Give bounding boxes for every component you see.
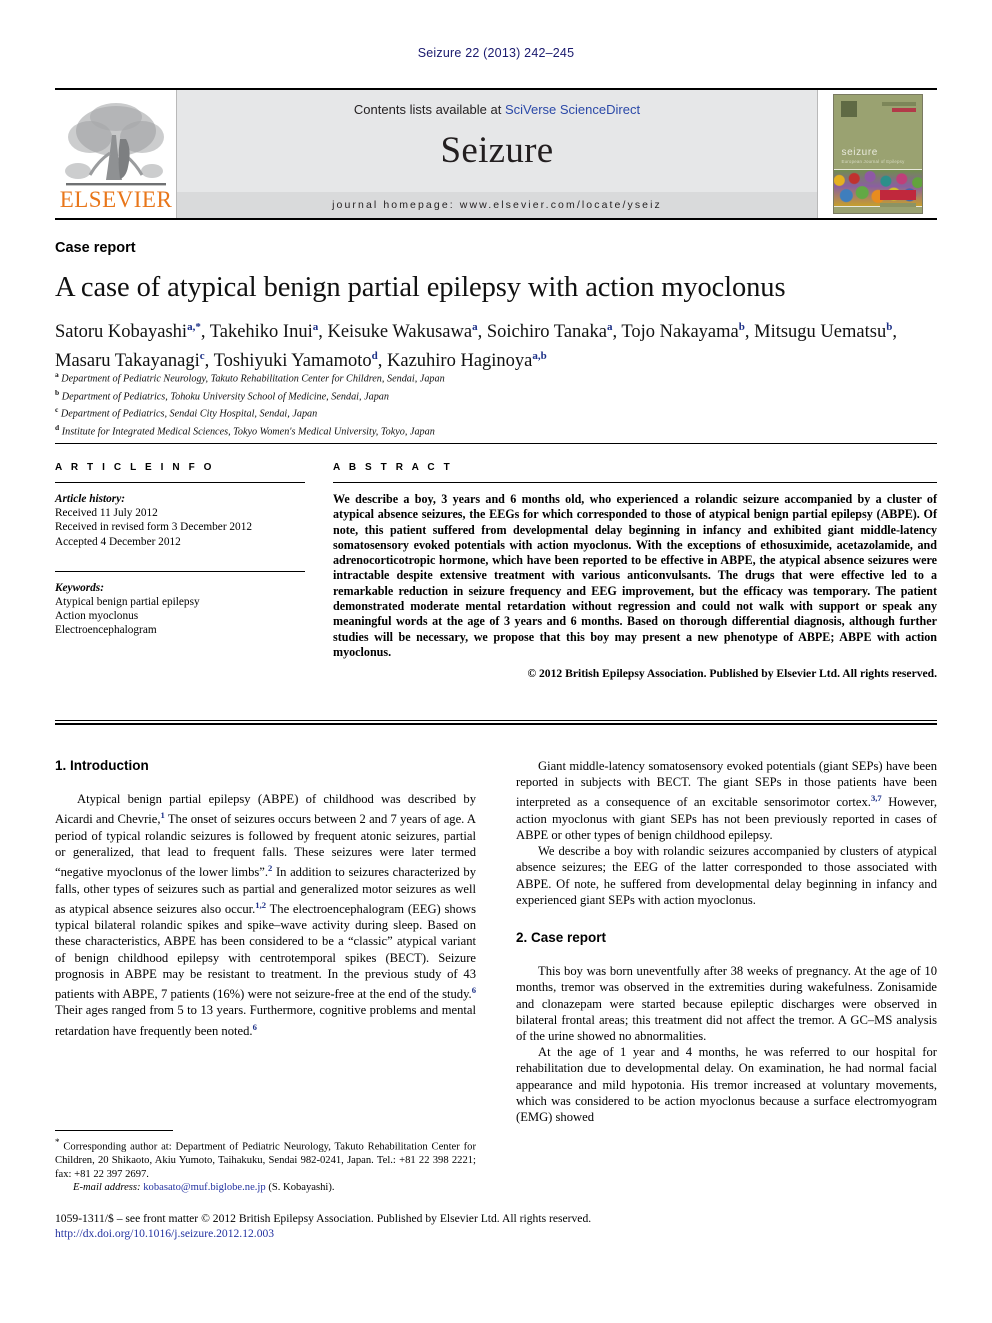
keyword-item: Atypical benign partial epilepsy (55, 596, 200, 609)
intro-text-d: The electroencephalogram (EEG) shows typ… (55, 901, 476, 1002)
article-history: Article history: Received 11 July 2012 R… (55, 492, 305, 549)
author-affiliation-mark: d (371, 350, 378, 363)
body-column-right: Giant middle-latency somatosensory evoke… (516, 758, 937, 1125)
keywords-rule (55, 570, 305, 572)
cover-art: seizure European Journal of Epilepsy (832, 94, 923, 214)
abstract-heading: A B S T R A C T (333, 462, 453, 473)
email-owner: (S. Kobayashi). (268, 1182, 335, 1194)
author-list: Satoru Kobayashia,*, Takehiko Inuia, Kei… (55, 321, 897, 372)
citation-ref[interactable]: 1,2 (255, 900, 266, 910)
affiliation-mark: a (55, 370, 59, 379)
author-affiliation-mark: a (312, 321, 319, 333)
email-note: E-mail address: kobasato@muf.biglobe.ne.… (55, 1181, 476, 1195)
history-item: Received 11 July 2012 (55, 507, 158, 520)
author-name: Soichiro Tanaka (486, 322, 607, 343)
cover-issn-line (891, 108, 916, 112)
author-name: Satoru Kobayashi (55, 322, 188, 343)
cover-artwork-band (833, 169, 922, 207)
paper-page: Seizure 22 (2013) 242–245 ELSEVIER Conte… (0, 0, 992, 1323)
affiliation-item: d Institute for Integrated Medical Scien… (55, 422, 435, 438)
citation-ref[interactable]: 6 (472, 985, 476, 995)
affiliation-mark: d (55, 422, 60, 432)
email-label: E-mail address: (73, 1182, 141, 1194)
keyword-item: Action myoclonus (55, 610, 139, 623)
intro-paragraph: Atypical benign partial epilepsy (ABPE) … (55, 791, 476, 1039)
corresponding-author-note: * Corresponding author at: Department of… (55, 1136, 476, 1181)
asterisk-icon: * (55, 1137, 60, 1147)
abstract-copyright: © 2012 British Epilepsy Association. Pub… (527, 667, 937, 681)
right-paragraph-1: Giant middle-latency somatosensory evoke… (516, 758, 937, 843)
article-type-kicker: Case report (55, 240, 136, 256)
article-info-rule (55, 482, 305, 483)
article-info-block: A R T I C L E I N F O Article history: R… (55, 462, 305, 638)
cover-subtitle: European Journal of Epilepsy (841, 159, 905, 164)
abstract-rule (333, 482, 937, 483)
author-affiliation-mark: a,b (532, 350, 547, 363)
right-paragraph-2: We describe a boy with rolandic seizures… (516, 844, 937, 907)
journal-title: Seizure (440, 130, 554, 171)
section-heading-introduction: 1. Introduction (55, 758, 149, 773)
keyword-list: Keywords: Atypical benign partial epilep… (55, 581, 305, 638)
right-paragraph-3: This boy was born uneventfully after 38 … (516, 964, 937, 1044)
author-affiliation-mark: a,* (187, 321, 201, 333)
author-affiliation-mark: b (886, 321, 893, 333)
contents-prefix: Contents lists available at (353, 102, 505, 117)
doi-link[interactable]: http://dx.doi.org/10.1016/j.seizure.2012… (55, 1226, 937, 1241)
affiliation-mark: b (55, 387, 60, 397)
abstract-bottom-rule-thick (55, 723, 937, 725)
affiliation-item: c Department of Pediatrics, Sendai City … (55, 405, 318, 420)
author-name: Keisuke Wakusawa (327, 322, 473, 343)
journal-homepage-bar[interactable]: journal homepage: www.elsevier.com/locat… (177, 192, 817, 218)
contents-available-line: Contents lists available at SciVerse Sci… (354, 102, 640, 117)
affiliation-list: a Department of Pediatric Neurology, Tak… (55, 368, 935, 438)
cover-badge-caption (879, 203, 916, 207)
author-affiliation-mark: c (199, 350, 205, 363)
author-name: Tojo Nakayama (621, 322, 739, 343)
info-section-top-rule (55, 443, 937, 444)
history-item: Accepted 4 December 2012 (55, 535, 181, 548)
author-name: Takehiko Inui (209, 322, 313, 343)
page-title: A case of atypical benign partial epilep… (55, 272, 786, 303)
footnote-rule (55, 1130, 173, 1131)
email-link[interactable]: kobasato@muf.biglobe.ne.jp (143, 1182, 265, 1193)
corresponding-author-text: Corresponding author at: Department of P… (55, 1141, 476, 1180)
cover-badge (879, 190, 916, 200)
abstract-text: We describe a boy, 3 years and 6 months … (333, 492, 937, 659)
keyword-item: Electroencephalogram (55, 624, 157, 637)
author-name: Mitsugu Uematsu (754, 322, 887, 343)
article-info-heading: A R T I C L E I N F O (55, 462, 215, 473)
citation-ref[interactable]: 6 (253, 1022, 257, 1032)
elsevier-tree-icon: ELSEVIER (60, 103, 172, 212)
author-affiliation-mark: a (606, 321, 613, 333)
history-item: Received in revised form 3 December 2012 (55, 521, 252, 534)
sciencedirect-link[interactable]: SciVerse ScienceDirect (505, 102, 640, 117)
keywords-label: Keywords: (55, 581, 104, 594)
abstract-block: A B S T R A C T We describe a boy, 3 yea… (333, 462, 937, 680)
citation-ref[interactable]: 3,7 (871, 793, 882, 803)
elsevier-logo: ELSEVIER (55, 90, 177, 218)
issn-copyright-line: 1059-1311/$ – see front matter © 2012 Br… (55, 1212, 592, 1225)
affiliation-mark: c (55, 405, 59, 415)
body-column-left: 1. Introduction Atypical benign partial … (55, 758, 476, 1039)
footnote-block: * Corresponding author at: Department of… (55, 1136, 476, 1195)
right-paragraph-4: At the age of 1 year and 4 months, he wa… (516, 1045, 937, 1125)
page-footer: 1059-1311/$ – see front matter © 2012 Br… (55, 1211, 937, 1241)
cover-title: seizure (841, 147, 878, 158)
svg-text:ELSEVIER: ELSEVIER (60, 187, 172, 212)
cover-issue-line (881, 102, 916, 106)
author-affiliation-mark: a (472, 321, 478, 333)
affiliation-item: b Department of Pediatrics, Tohoku Unive… (55, 387, 389, 402)
author-affiliation-mark: b (738, 321, 745, 333)
article-history-label: Article history: (55, 493, 125, 505)
intro-text-e: Their ages ranged from 5 to 13 years. Fu… (55, 1003, 476, 1038)
journal-banner: Contents lists available at SciVerse Sci… (177, 90, 817, 218)
affiliation-item: a Department of Pediatric Neurology, Tak… (55, 370, 445, 385)
cover-publisher-mark (840, 101, 857, 117)
section-heading-case-report: 2. Case report (516, 930, 607, 946)
abstract-bottom-rule (55, 720, 937, 721)
journal-cover-thumbnail: seizure European Journal of Epilepsy (817, 90, 937, 218)
running-head: Seizure 22 (2013) 242–245 (417, 46, 575, 60)
journal-masthead: ELSEVIER Contents lists available at Sci… (55, 88, 937, 220)
